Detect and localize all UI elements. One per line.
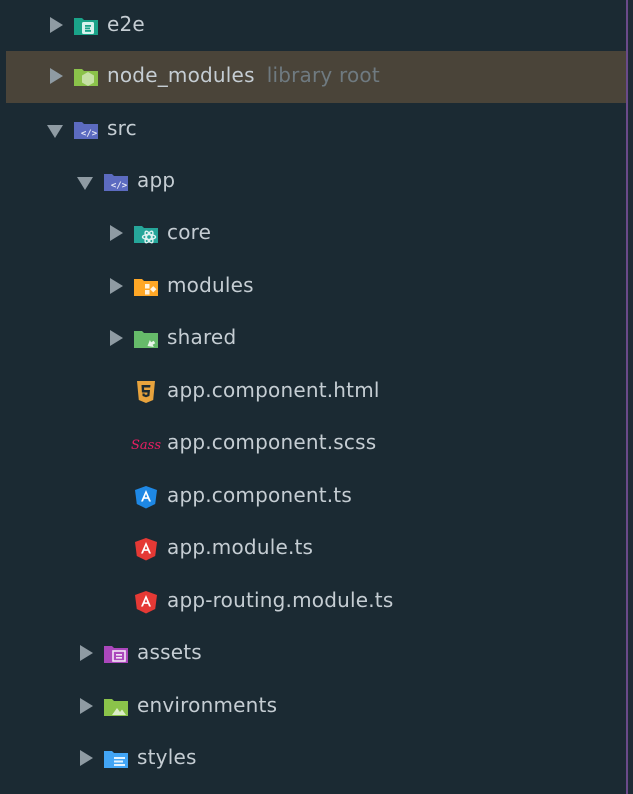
folder-node-icon	[74, 69, 98, 86]
sass-icon: Sass	[131, 438, 161, 453]
tree-item-app-component-ts[interactable]: app.component.ts	[6, 471, 626, 523]
tree-item-label: app.component.scss	[167, 430, 377, 454]
expand-arrow-icon[interactable]	[80, 698, 93, 714]
tree-item-core[interactable]: core	[6, 208, 626, 260]
tree-item-app-routing-module-ts[interactable]: app-routing.module.ts	[6, 576, 626, 628]
library-root-label: library root	[266, 63, 380, 87]
folder-assets-icon	[104, 646, 128, 663]
folder-src-icon: </>	[74, 122, 98, 139]
folder-environments-icon	[104, 699, 128, 716]
tree-item-label: app	[137, 168, 176, 192]
tree-item-label: app.component.ts	[167, 483, 352, 507]
tree-item-src[interactable]: </> src	[6, 104, 626, 156]
angular-icon	[135, 538, 157, 561]
collapse-arrow-icon[interactable]	[77, 177, 93, 190]
tree-item-label: app-routing.module.ts	[167, 588, 394, 612]
scrollbar-edge	[626, 0, 633, 794]
expand-arrow-icon[interactable]	[50, 17, 63, 33]
tree-item-label: e2e	[107, 12, 145, 36]
tree-item-node-modules[interactable]: node_modules library root	[6, 51, 626, 103]
folder-e2e-icon	[74, 18, 98, 35]
expand-arrow-icon[interactable]	[50, 68, 63, 84]
folder-styles-icon	[104, 751, 128, 768]
tree-item-label: assets	[137, 640, 202, 664]
tree-item-label: styles	[137, 745, 197, 769]
tree-item-styles[interactable]: styles	[6, 733, 626, 785]
folder-app-icon: </>	[104, 174, 128, 191]
expand-arrow-icon[interactable]	[80, 645, 93, 661]
tree-item-label: shared	[167, 325, 237, 349]
svg-text:</>: </>	[111, 181, 128, 191]
collapse-arrow-icon[interactable]	[47, 125, 63, 138]
expand-arrow-icon[interactable]	[80, 750, 93, 766]
tree-item-modules[interactable]: modules	[6, 261, 626, 313]
tree-item-app-component-scss[interactable]: Sass app.component.scss	[6, 418, 626, 470]
tree-item-assets[interactable]: assets	[6, 628, 626, 680]
tree-item-app-component-html[interactable]: app.component.html	[6, 366, 626, 418]
folder-core-icon	[134, 226, 158, 244]
tree-item-environments[interactable]: environments	[6, 681, 626, 733]
expand-arrow-icon[interactable]	[110, 330, 123, 346]
tree-item-e2e[interactable]: e2e	[6, 0, 626, 52]
angular-component-icon	[135, 486, 157, 509]
tree-item-label: src	[107, 116, 137, 140]
tree-item-label: app.module.ts	[167, 535, 314, 559]
folder-modules-icon	[134, 279, 158, 296]
html5-icon	[137, 381, 155, 403]
tree-item-label: node_modules library root	[107, 63, 380, 87]
tree-item-app[interactable]: </> app	[6, 156, 626, 208]
tree-item-shared[interactable]: shared	[6, 313, 626, 365]
tree-item-label: core	[167, 220, 212, 244]
tree-item-label: modules	[167, 273, 254, 297]
folder-shared-icon	[134, 331, 158, 348]
tree-item-app-module-ts[interactable]: app.module.ts	[6, 523, 626, 575]
tree-item-label: app.component.html	[167, 378, 380, 402]
svg-text:Sass: Sass	[131, 438, 161, 453]
expand-arrow-icon[interactable]	[110, 225, 123, 241]
svg-text:</>: </>	[81, 129, 98, 139]
expand-arrow-icon[interactable]	[110, 278, 123, 294]
angular-icon	[135, 591, 157, 614]
project-tree: e2e node_modules library root </> src </>…	[0, 0, 626, 794]
tree-item-label: environments	[137, 693, 278, 717]
